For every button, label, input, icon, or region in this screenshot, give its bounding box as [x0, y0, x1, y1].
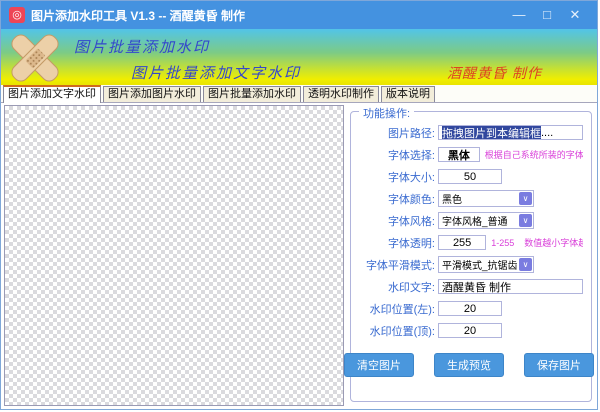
banner-title-line2: 图片批量添加文字水印 [131, 65, 302, 82]
main-content: 功能操作: 图片路径: 拖拽图片到本编辑框.... 字体选择: 黑体 根据自己系… [1, 103, 597, 409]
position-left-label: 水印位置(左): [369, 303, 435, 316]
generate-preview-button[interactable]: 生成预览 [434, 353, 504, 377]
action-buttons: 清空图片 生成预览 保存图片 [344, 353, 594, 377]
maximize-button[interactable]: □ [533, 7, 561, 23]
banner: 图片批量添加水印 图片批量添加文字水印 酒醒黄昏 制作 [1, 29, 597, 85]
app-icon: ◎ [9, 7, 25, 23]
font-style-dropdown[interactable]: 字体风格_普通 ∨ [438, 212, 534, 229]
smooth-mode-row: 字体平滑模式: 平滑模式_抗锯齿 ∨ [355, 256, 583, 273]
tab-version-info[interactable]: 版本说明 [381, 86, 435, 102]
banner-title-line1: 图片批量添加水印 [74, 39, 211, 56]
window-controls: — □ ✕ [505, 7, 589, 23]
smooth-mode-label: 字体平滑模式: [365, 259, 435, 272]
position-top-label: 水印位置(顶): [369, 325, 435, 338]
font-size-label: 字体大小: [387, 171, 435, 184]
font-select-label: 字体选择: [387, 149, 435, 162]
clear-image-button[interactable]: 清空图片 [344, 353, 414, 377]
font-alpha-label: 字体透明: [387, 237, 435, 250]
font-style-value: 字体风格_普通 [442, 217, 508, 228]
tab-add-text-watermark[interactable]: 图片添加文字水印 [3, 85, 101, 103]
operations-panel: 功能操作: 图片路径: 拖拽图片到本编辑框.... 字体选择: 黑体 根据自己系… [344, 105, 594, 406]
tab-transparent-watermark[interactable]: 透明水印制作 [303, 86, 379, 102]
window-title: 图片添加水印工具 V1.3 -- 酒醒黄昏 制作 [31, 8, 246, 23]
image-path-rest-text: .... [541, 126, 554, 139]
tab-bar: 图片添加文字水印 图片添加图片水印 图片批量添加水印 透明水印制作 版本说明 [1, 85, 597, 103]
font-select-hint: 根据自己系统所装的字体自行输入吧。 [484, 150, 583, 160]
app-window: ◎ 图片添加水印工具 V1.3 -- 酒醒黄昏 制作 — □ ✕ 图片批量添加水… [0, 0, 598, 410]
font-color-label: 字体颜色: [387, 193, 435, 206]
function-groupbox: 功能操作: 图片路径: 拖拽图片到本编辑框.... 字体选择: 黑体 根据自己系… [344, 105, 594, 402]
font-style-row: 字体风格: 字体风格_普通 ∨ [355, 212, 583, 229]
chevron-down-icon[interactable]: ∨ [519, 258, 532, 271]
tab-add-image-watermark[interactable]: 图片添加图片水印 [103, 86, 201, 102]
image-path-selected-text: 拖拽图片到本编辑框 [442, 126, 541, 139]
banner-credit: 酒醒黄昏 制作 [447, 65, 542, 81]
font-select-input[interactable]: 黑体 [438, 147, 480, 162]
minimize-button[interactable]: — [505, 7, 533, 23]
tab-batch-add-watermark[interactable]: 图片批量添加水印 [203, 86, 301, 102]
font-alpha-hint-text: 数值越小字体越透明。 [524, 238, 583, 248]
chevron-down-icon[interactable]: ∨ [519, 214, 532, 227]
chevron-down-icon[interactable]: ∨ [519, 192, 532, 205]
smooth-mode-dropdown[interactable]: 平滑模式_抗锯齿 ∨ [438, 256, 534, 273]
font-color-value: 黑色 [442, 195, 462, 206]
font-size-row: 字体大小: 50 [355, 168, 583, 185]
watermark-text-input[interactable]: 酒醒黄昏 制作 [438, 279, 583, 294]
font-color-dropdown[interactable]: 黑色 ∨ [438, 190, 534, 207]
font-alpha-hint: 1-255 数值越小字体越透明。 [491, 236, 583, 249]
image-path-input[interactable]: 拖拽图片到本编辑框.... [438, 125, 583, 140]
font-size-input[interactable]: 50 [438, 169, 502, 184]
close-button[interactable]: ✕ [561, 7, 589, 23]
font-select-row: 字体选择: 黑体 根据自己系统所装的字体自行输入吧。 [355, 146, 583, 163]
image-path-row: 图片路径: 拖拽图片到本编辑框.... [355, 124, 583, 141]
position-left-input[interactable]: 20 [438, 301, 502, 316]
image-preview-area[interactable] [4, 105, 344, 406]
font-alpha-input[interactable]: 255 [438, 235, 487, 250]
bandaid-icon [8, 31, 62, 85]
position-top-row: 水印位置(顶): 20 [355, 322, 583, 339]
font-style-label: 字体风格: [387, 215, 435, 228]
font-alpha-row: 字体透明: 255 1-255 数值越小字体越透明。 [355, 234, 583, 251]
watermark-text-label: 水印文字: [387, 281, 435, 294]
groupbox-legend: 功能操作: [359, 105, 415, 121]
image-path-label: 图片路径: [387, 127, 435, 140]
position-left-row: 水印位置(左): 20 [355, 300, 583, 317]
font-color-row: 字体颜色: 黑色 ∨ [355, 190, 583, 207]
font-alpha-range: 1-255 [491, 238, 515, 248]
position-top-input[interactable]: 20 [438, 323, 502, 338]
save-image-button[interactable]: 保存图片 [524, 353, 594, 377]
smooth-mode-value: 平滑模式_抗锯齿 [442, 261, 518, 272]
title-bar: ◎ 图片添加水印工具 V1.3 -- 酒醒黄昏 制作 — □ ✕ [1, 1, 597, 29]
watermark-text-row: 水印文字: 酒醒黄昏 制作 [355, 278, 583, 295]
